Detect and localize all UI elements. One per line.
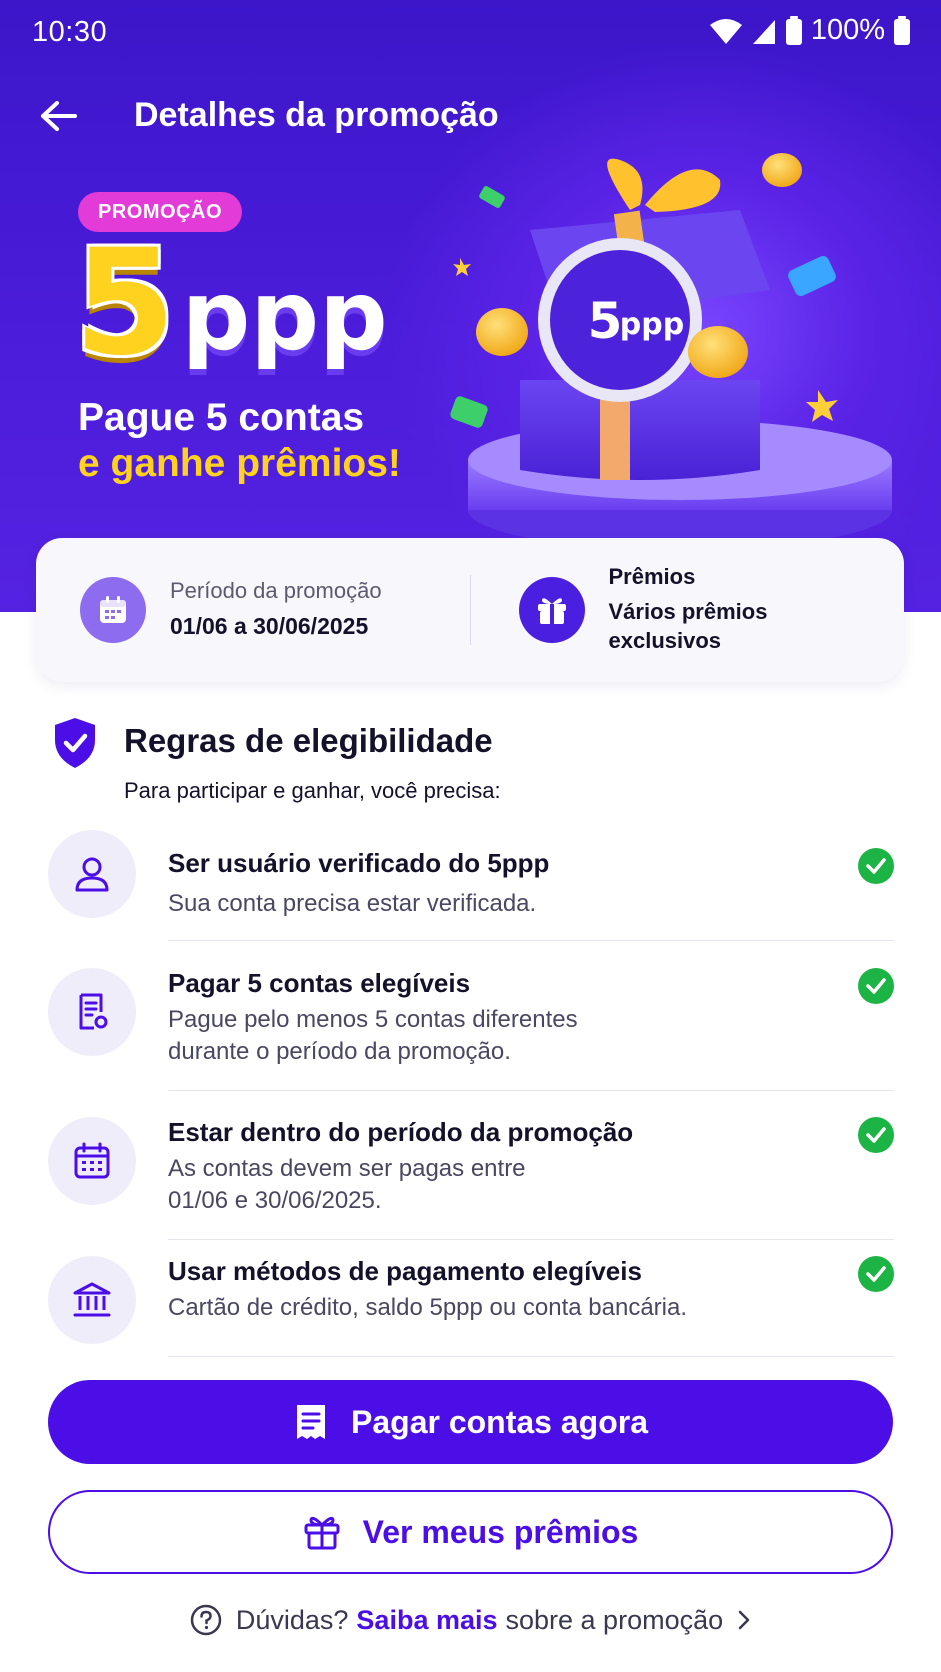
divider — [168, 940, 894, 941]
rule-item-payment-methods: Usar métodos de pagamento elegíveis Cart… — [48, 1256, 894, 1357]
calendar-icon — [74, 1142, 110, 1179]
rule-desc: Pague pelo menos 5 contas diferentes dur… — [168, 1004, 788, 1068]
rule-title: Estar dentro do período da promoção — [168, 1117, 634, 1147]
rule-item-verified-user: Ser usuário verificado do 5ppp Sua conta… — [48, 830, 894, 941]
rule-title: Usar métodos de pagamento elegíveis — [168, 1256, 642, 1286]
back-button[interactable] — [36, 94, 80, 138]
rule-icon-wrap — [48, 968, 136, 1056]
shield-check-icon — [55, 718, 95, 768]
brand-text: ppp — [181, 260, 388, 372]
view-prizes-label: Ver meus prêmios — [362, 1513, 639, 1550]
check-icon — [858, 848, 894, 884]
faq-suffix: sobre a promoção — [505, 1604, 724, 1635]
period-label: Período da promoção — [170, 578, 382, 604]
rules-subtitle: Para participar e ganhar, você precisa: — [124, 778, 501, 803]
rule-icon-wrap — [48, 1117, 136, 1205]
promo-hero: 10:30 100% Detalhes da promoção PROMOÇÃO… — [0, 0, 941, 612]
check-icon — [858, 1117, 894, 1153]
calendar-icon — [100, 596, 126, 623]
check-icon — [858, 968, 894, 1004]
rule-item-promo-period: Estar dentro do período da promoção As c… — [48, 1117, 894, 1241]
rule-icon-wrap — [48, 1256, 136, 1344]
bill-icon — [79, 993, 108, 1030]
rule-desc: Cartão de crédito, saldo 5ppp ou conta b… — [168, 1294, 688, 1321]
battery-percent: 100% — [810, 14, 885, 46]
chevron-right-icon[interactable] — [737, 1609, 751, 1631]
arrow-left-icon — [41, 101, 77, 131]
calendar-icon-wrap — [80, 577, 146, 643]
bill-icon — [297, 1405, 325, 1439]
gift-icon — [537, 598, 566, 624]
prizes-value-line2: exclusivos — [608, 628, 722, 653]
faq-prefix: Dúvidas? — [235, 1604, 349, 1635]
rules-title: Regras de elegibilidade — [124, 722, 493, 759]
coin-label-text: ppp — [620, 307, 684, 342]
faq-row: Dúvidas? Saiba mais sobre a promoção — [0, 1604, 941, 1636]
learn-more-link[interactable]: Saiba mais — [356, 1605, 497, 1636]
headline-line1: Pague 5 contas — [78, 396, 365, 439]
bank-icon — [73, 1282, 111, 1317]
prizes-label: Prêmios — [608, 564, 696, 590]
gift-icon-wrap — [518, 577, 585, 643]
status-bar: 10:30 100% — [0, 0, 941, 64]
check-icon — [858, 1256, 894, 1292]
gift-box-illustration: 5 ppp — [450, 153, 892, 550]
app-bar: Detalhes da promoção — [0, 80, 941, 150]
brand-number: 5 — [74, 218, 176, 388]
pay-bills-button[interactable]: Pagar contas agora — [48, 1380, 893, 1464]
battery-icon — [785, 15, 802, 45]
prizes-value: Vários prêmios exclusivos — [609, 598, 768, 655]
rule-desc-line1: Pague pelo menos 5 contas diferentes — [168, 1006, 578, 1033]
promo-info-card: Período da promoção 01/06 a 30/06/2025 P… — [36, 538, 904, 682]
status-indicators: 100% — [709, 14, 911, 47]
battery-icon-secondary — [894, 15, 910, 45]
headline-line2: e ganhe prêmios! — [78, 442, 401, 485]
help-icon — [190, 1604, 222, 1636]
rule-item-pay-bills: Pagar 5 contas elegíveis Pague pelo meno… — [48, 968, 894, 1092]
rule-desc-line2: 01/06 e 30/06/2025. — [168, 1187, 382, 1214]
divider — [168, 1356, 894, 1357]
gift-icon — [304, 1516, 340, 1550]
rule-title: Ser usuário verificado do 5ppp — [168, 848, 550, 878]
prizes-value-line1: Vários prêmios — [608, 599, 768, 625]
wifi-icon — [709, 18, 742, 44]
status-time: 10:30 — [32, 16, 108, 48]
rule-desc: Sua conta precisa estar verificada. — [168, 890, 537, 917]
signal-icon — [752, 19, 775, 44]
rule-desc: As contas devem ser pagas entre 01/06 e … — [168, 1153, 788, 1217]
prizes-info: Prêmios Vários prêmios exclusivos — [471, 538, 905, 682]
rule-desc-line1: As contas devem ser pagas entre — [168, 1155, 526, 1182]
user-icon — [75, 857, 109, 892]
view-prizes-button[interactable]: Ver meus prêmios — [48, 1490, 893, 1574]
divider — [168, 1090, 894, 1091]
brand-logo: 5 ppp — [74, 230, 388, 376]
page-title: Detalhes da promoção — [134, 96, 499, 134]
rule-icon-wrap — [48, 830, 136, 918]
coin-label-number: 5 — [588, 292, 623, 350]
pay-bills-label: Pagar contas agora — [351, 1403, 648, 1440]
rule-title: Pagar 5 contas elegíveis — [168, 968, 471, 998]
period-info: Período da promoção 01/06 a 30/06/2025 — [36, 538, 470, 682]
rule-desc-line2: durante o período da promoção. — [168, 1038, 511, 1065]
period-value: 01/06 a 30/06/2025 — [170, 613, 369, 640]
divider — [168, 1239, 894, 1240]
